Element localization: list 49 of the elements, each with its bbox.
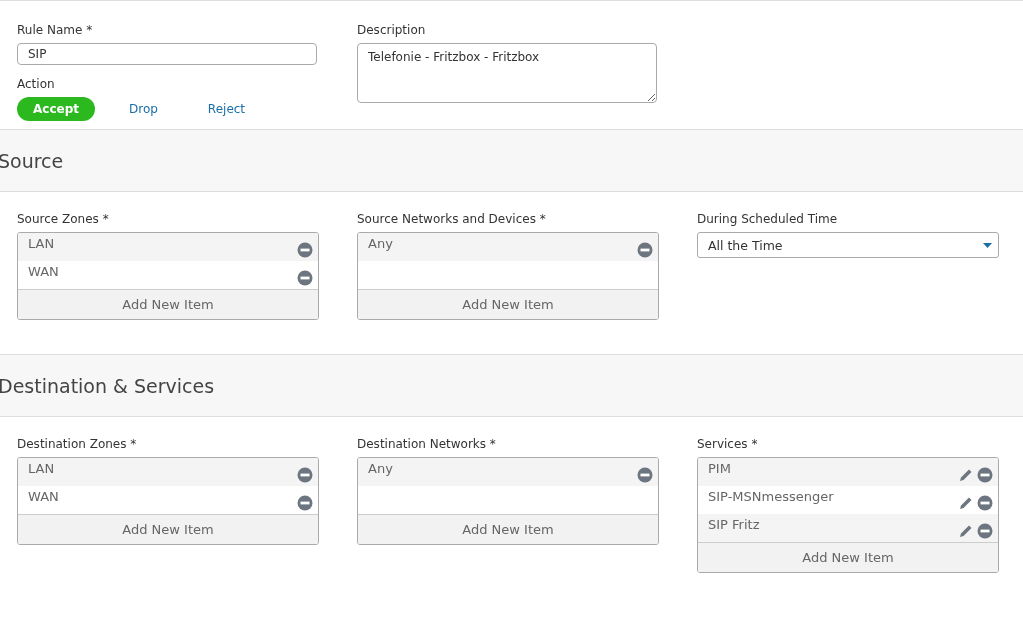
- item-label: WAN: [28, 489, 60, 504]
- item-label: Any: [368, 236, 394, 251]
- item-label: WAN: [28, 264, 60, 279]
- item-label: LAN: [28, 236, 56, 251]
- item-label: PIM: [708, 461, 732, 476]
- caret-icon: [983, 242, 992, 248]
- pencil-icon[interactable]: [958, 467, 974, 483]
- field-label: Destination Zones *: [17, 437, 138, 451]
- field-label: Source Zones *: [17, 212, 110, 226]
- rule-name-input[interactable]: SIP: [17, 43, 317, 65]
- list-item[interactable]: PIM: [698, 458, 998, 486]
- list-item[interactable]: SIP Fritz: [698, 514, 998, 542]
- add-item-button[interactable]: Add New Item: [698, 542, 998, 572]
- field-label: Action: [17, 77, 56, 91]
- remove-icon[interactable]: [297, 242, 313, 258]
- section-title: Destination & Services: [0, 374, 215, 397]
- list-item[interactable]: Any: [358, 458, 658, 486]
- remove-icon[interactable]: [637, 467, 653, 483]
- pencil-icon[interactable]: [958, 523, 974, 539]
- remove-icon[interactable]: [297, 495, 313, 511]
- remove-icon[interactable]: [297, 270, 313, 286]
- section-title: Source: [0, 149, 64, 172]
- field-label: Rule Name *: [17, 23, 94, 37]
- field-label: During Scheduled Time: [697, 212, 839, 226]
- action-option[interactable]: Reject: [191, 97, 262, 121]
- item-label: SIP Fritz: [708, 517, 761, 532]
- field-label: Services *: [697, 437, 759, 451]
- remove-icon[interactable]: [977, 467, 993, 483]
- action-option[interactable]: Drop: [113, 97, 174, 121]
- schedule-dropdown[interactable]: All the Time: [697, 232, 999, 258]
- field-label: Destination Networks *: [357, 437, 497, 451]
- add-item-button[interactable]: Add New Item: [18, 289, 318, 319]
- description-input[interactable]: Telefonie - Fritzbox - Fritzbox: [357, 43, 657, 103]
- pencil-icon[interactable]: [958, 495, 974, 511]
- remove-icon[interactable]: [637, 242, 653, 258]
- field-label: Source Networks and Devices *: [357, 212, 547, 226]
- add-item-button[interactable]: Add New Item: [18, 514, 318, 544]
- item-label: LAN: [28, 461, 56, 476]
- item-label: SIP-MSNmessenger: [708, 489, 835, 504]
- remove-icon[interactable]: [297, 467, 313, 483]
- remove-icon[interactable]: [977, 495, 993, 511]
- field-label: Description: [357, 23, 427, 37]
- item-label: Any: [368, 461, 394, 476]
- add-item-button[interactable]: Add New Item: [358, 514, 658, 544]
- list-item[interactable]: LAN: [18, 233, 318, 261]
- list-item[interactable]: LAN: [18, 458, 318, 486]
- list-item[interactable]: Any: [358, 233, 658, 261]
- remove-icon[interactable]: [977, 523, 993, 539]
- add-item-button[interactable]: Add New Item: [358, 289, 658, 319]
